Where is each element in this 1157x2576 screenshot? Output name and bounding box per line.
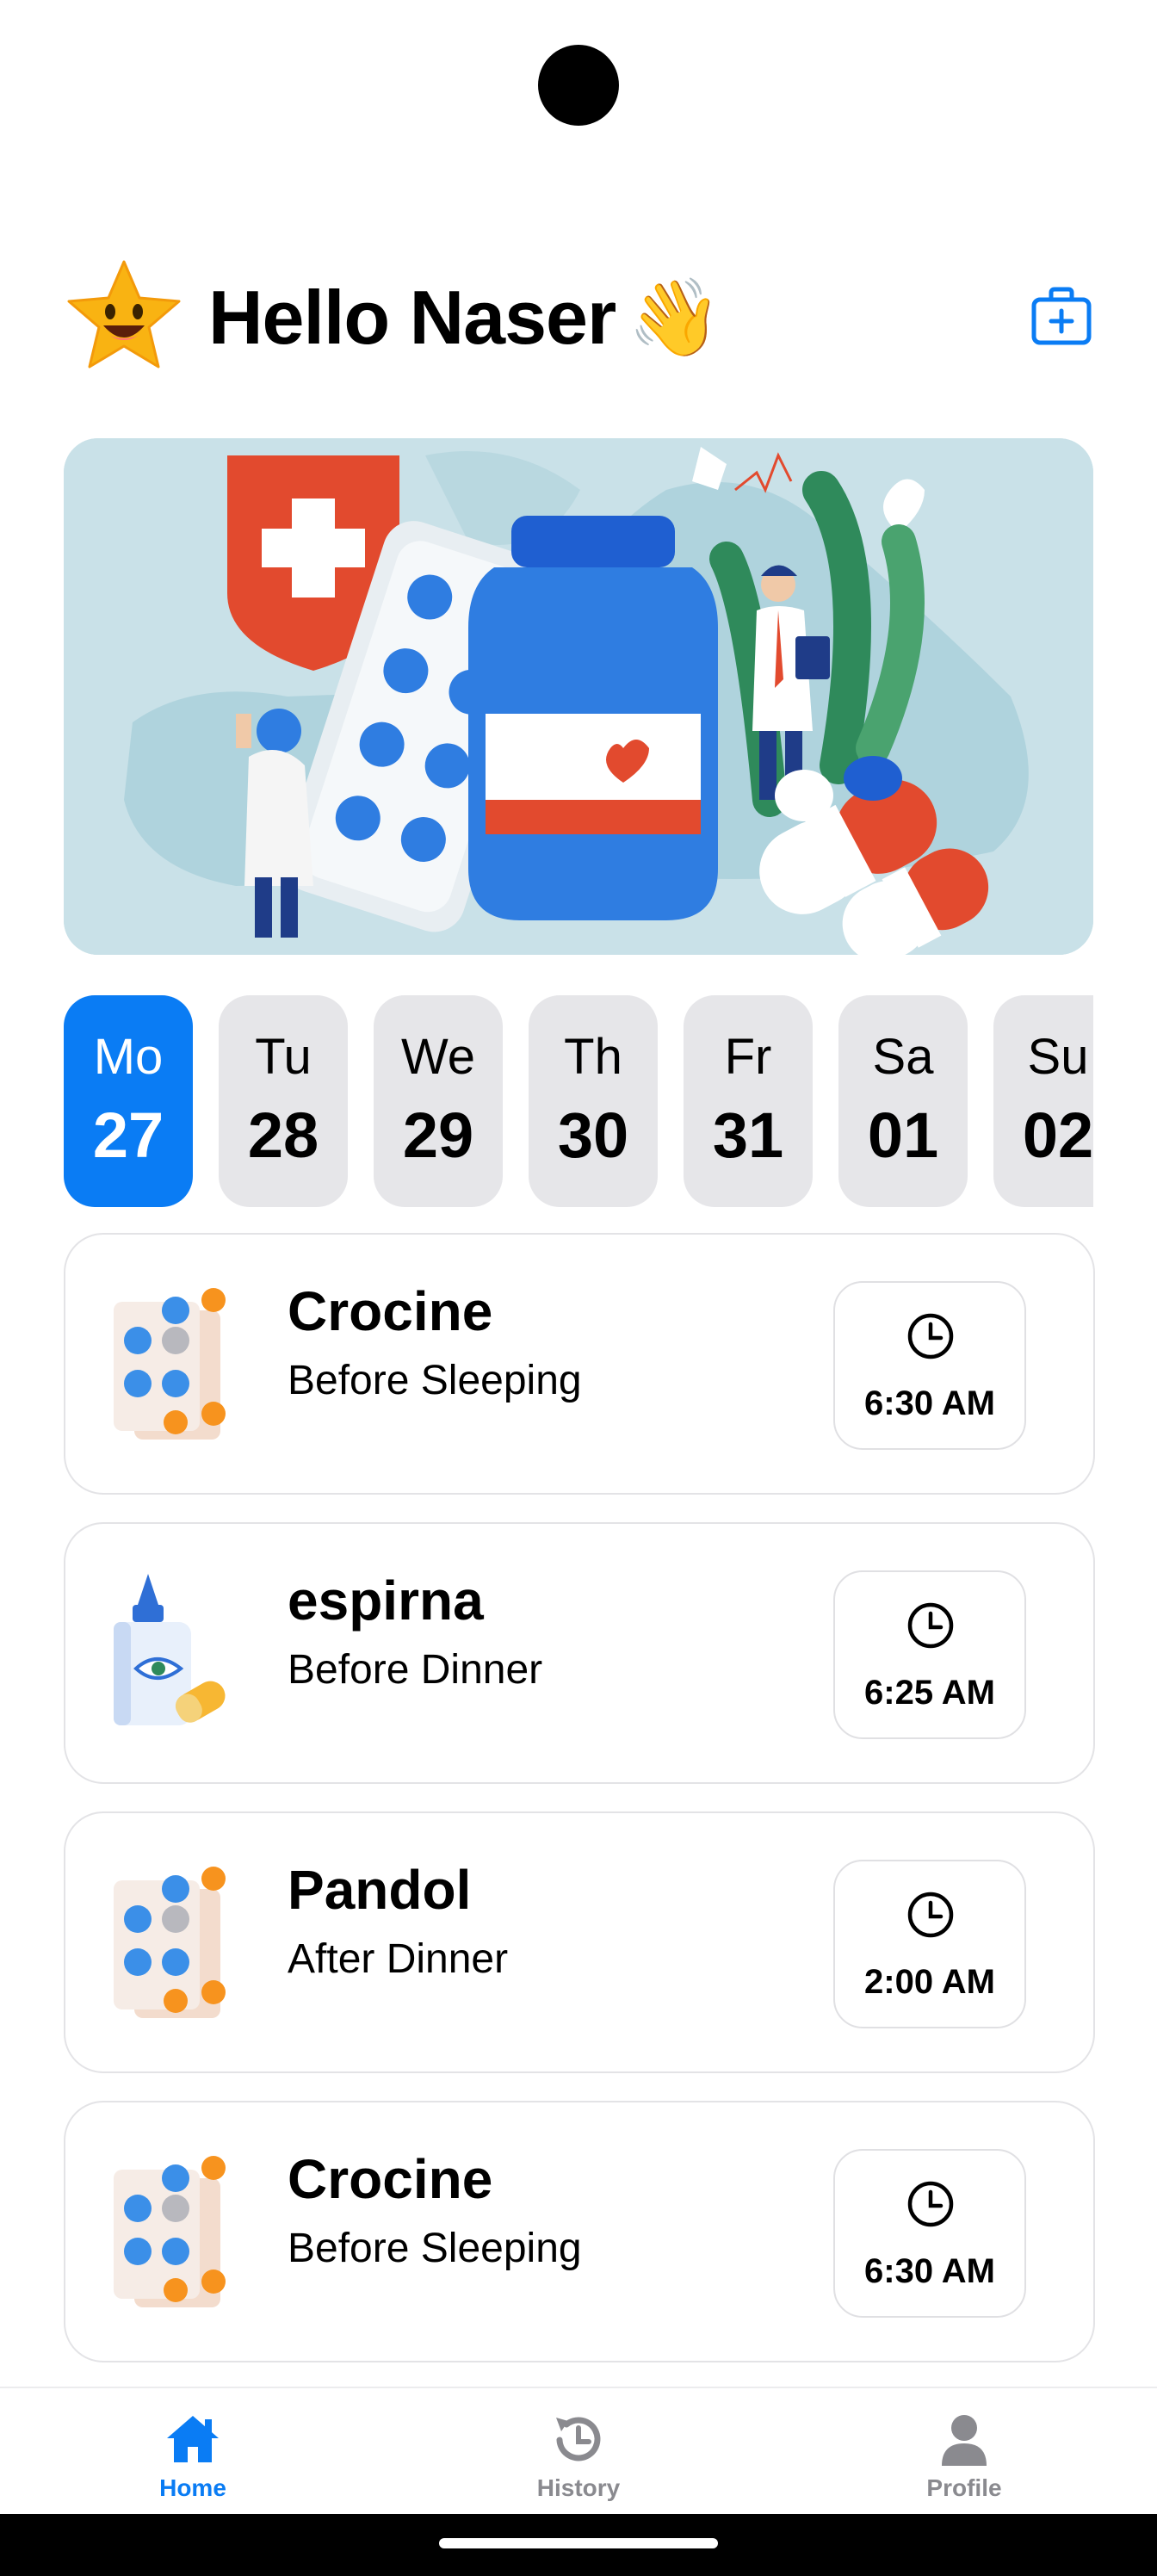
- medicine-name: Crocine: [288, 2148, 493, 2210]
- medical-kit-plus-icon[interactable]: [1030, 284, 1093, 348]
- medicine-instruction: After Dinner: [288, 1936, 509, 1982]
- day-chip-fr[interactable]: Fr 31: [684, 995, 813, 1207]
- medicine-name: espirna: [288, 1570, 484, 1632]
- hero-banner-illustration: [64, 438, 1093, 955]
- reminder-time-label: 2:00 AM: [864, 1963, 995, 2001]
- medicine-name: Pandol: [288, 1859, 472, 1921]
- pill-blister-icon: [114, 2156, 226, 2307]
- greeting-header: Hello Naser 👋: [64, 255, 1093, 375]
- day-chip-sa[interactable]: Sa 01: [838, 995, 968, 1207]
- day-chip-su[interactable]: Su 02: [993, 995, 1093, 1207]
- system-gesture-bar: [0, 2514, 1157, 2576]
- bottom-navigation: Home History Profile: [0, 2387, 1157, 2516]
- nav-label: Home: [159, 2474, 226, 2501]
- nav-label: History: [536, 2474, 621, 2501]
- day-chip-mo[interactable]: Mo 27: [64, 995, 193, 1207]
- history-icon: [556, 2417, 601, 2461]
- reminder-time-label: 6:30 AM: [864, 2252, 995, 2290]
- nav-home[interactable]: Home: [107, 2388, 279, 2516]
- waving-hand-emoji: 👋: [628, 275, 722, 360]
- day-name: Tu: [255, 1029, 312, 1085]
- day-chip-th[interactable]: Th 30: [529, 995, 658, 1207]
- day-number: 31: [712, 1099, 784, 1171]
- day-number: 27: [92, 1099, 164, 1171]
- day-name: Su: [1027, 1029, 1089, 1085]
- day-chip-we[interactable]: We 29: [374, 995, 503, 1207]
- medicine-instruction: Before Sleeping: [288, 1358, 582, 1403]
- day-chip-tu[interactable]: Tu 28: [219, 995, 348, 1207]
- pill-blister-icon: [114, 1867, 226, 2018]
- greeting-label: Hello Naser: [208, 275, 616, 360]
- nav-label: Profile: [926, 2474, 1002, 2501]
- reminder-time[interactable]: 6:30 AM: [833, 1281, 1026, 1450]
- day-number: 02: [1022, 1099, 1093, 1171]
- reminder-time-label: 6:30 AM: [864, 1384, 995, 1422]
- medicine-card[interactable]: espirna Before Dinner 6:25 AM: [64, 1522, 1095, 1784]
- star-struck-emoji-icon: [67, 260, 181, 368]
- day-number: 30: [557, 1099, 629, 1171]
- medicine-instruction: Before Dinner: [288, 1647, 543, 1693]
- reminder-time[interactable]: 2:00 AM: [833, 1860, 1026, 2028]
- home-gesture-handle[interactable]: [439, 2538, 718, 2548]
- status-bar: [0, 0, 1157, 172]
- reminder-time[interactable]: 6:30 AM: [833, 2149, 1026, 2318]
- day-number: 29: [402, 1099, 474, 1171]
- front-camera: [538, 45, 619, 126]
- clock-icon: [907, 1602, 954, 1649]
- medicine-card[interactable]: Pandol After Dinner 2:00 AM: [64, 1811, 1095, 2073]
- day-number: 01: [867, 1099, 939, 1171]
- medicine-card[interactable]: Crocine Before Sleeping 6:30 AM: [64, 1233, 1095, 1495]
- home-icon: [167, 2416, 219, 2462]
- day-name: We: [401, 1029, 475, 1085]
- day-name: Mo: [93, 1029, 164, 1085]
- medicine-instruction: Before Sleeping: [288, 2226, 582, 2271]
- day-selector: Mo 27 Tu 28 We 29 Th 30 Fr 31 Sa 01 Su 0…: [64, 995, 1093, 1207]
- eye-drops-bottle-icon: [114, 1574, 226, 1725]
- medicine-name: Crocine: [288, 1280, 493, 1342]
- clock-icon: [907, 2181, 954, 2227]
- day-number: 28: [247, 1099, 319, 1171]
- nav-profile[interactable]: Profile: [878, 2388, 1050, 2516]
- greeting-text: Hello Naser 👋: [208, 274, 722, 362]
- clock-icon: [907, 1892, 954, 1938]
- day-name: Fr: [724, 1029, 772, 1085]
- nav-history[interactable]: History: [492, 2388, 665, 2516]
- reminder-time[interactable]: 6:25 AM: [833, 1570, 1026, 1739]
- pill-blister-icon: [114, 1288, 226, 1440]
- day-name: Sa: [872, 1029, 934, 1085]
- reminder-time-label: 6:25 AM: [864, 1674, 995, 1712]
- profile-icon: [942, 2415, 987, 2466]
- clock-icon: [907, 1313, 954, 1359]
- medicine-card[interactable]: Crocine Before Sleeping 6:30 AM: [64, 2101, 1095, 2362]
- day-name: Th: [564, 1029, 622, 1085]
